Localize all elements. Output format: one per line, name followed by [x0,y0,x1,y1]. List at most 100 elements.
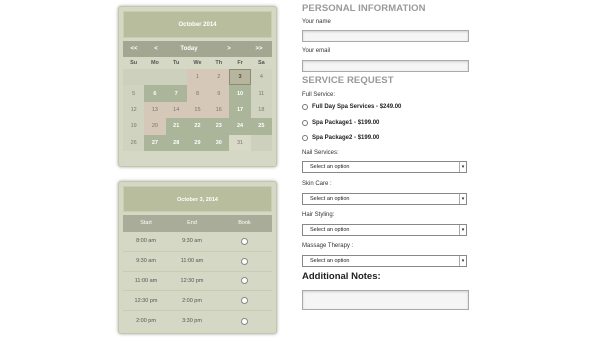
service-radio[interactable] [302,135,308,141]
select-value: Select an option [310,196,350,202]
slot-end: 12:30 pm [180,277,204,284]
book-radio[interactable] [241,277,248,285]
book-cell [215,252,274,271]
slot-row: 8:00 am 9:30 am [123,232,272,252]
start-column-header: Start [140,220,152,226]
chevron-down-icon: ▾ [459,225,466,235]
book-cell [215,272,274,291]
next-month-button[interactable]: > [211,41,247,57]
nail-services-select[interactable]: Select an option ▾ [302,161,467,173]
calendar-day[interactable]: 26 [123,134,145,151]
calendar-day[interactable]: 20 [144,118,166,135]
service-option[interactable]: Spa Package1 - $199.00 [302,120,379,126]
service-option-label: Full Day Spa Services - $249.00 [312,104,402,110]
email-input[interactable] [302,60,469,72]
end-column-header: End [187,220,197,226]
calendar-day[interactable]: 28 [165,134,187,151]
select-value: Select an option [310,164,350,170]
time-slots-widget: October 3, 2014 Start End Book 8:00 am 9… [118,181,277,334]
book-column-header: Book [238,220,251,226]
additional-notes-heading: Additional Notes: [302,271,381,282]
book-radio[interactable] [241,237,248,245]
name-label: Your name [302,19,331,25]
select-value: Select an option [310,258,350,264]
service-radio[interactable] [302,120,308,126]
service-option[interactable]: Spa Package2 - $199.00 [302,135,379,141]
slot-end: 11:00 am [180,258,204,265]
service-request-heading: SERVICE REQUEST [302,75,394,86]
book-cell [215,311,274,331]
calendar-day[interactable]: 31 [229,134,251,151]
calendar-month-title: October 2014 [123,11,272,38]
calendar-day-selected[interactable]: 3 [229,69,251,86]
calendar-empty-cell [250,134,272,151]
calendar-nav: << < Today > >> [123,41,272,57]
service-option[interactable]: Full Day Spa Services - $249.00 [302,104,401,110]
calendar-day[interactable]: 11 [250,85,272,102]
service-radio[interactable] [302,104,308,110]
calendar-empty-cell [144,69,166,86]
calendar-day[interactable]: 13 [144,101,166,119]
book-radio[interactable] [241,257,248,265]
slot-end: 2:00 pm [182,297,202,304]
calendar-day[interactable]: 27 [144,134,166,151]
calendar-day[interactable]: 22 [186,118,209,135]
book-cell [215,232,274,251]
calendar-empty-cell [123,69,145,86]
calendar-day[interactable]: 14 [165,101,187,119]
calendar-day[interactable]: 17 [229,101,251,119]
calendar-day[interactable]: 19 [123,118,145,135]
calendar-day[interactable]: 5 [123,85,145,102]
massage-therapy-label: Massage Therapy : [302,243,354,249]
calendar-day[interactable]: 24 [229,118,251,135]
massage-therapy-select[interactable]: Select an option ▾ [302,255,467,267]
slot-end: 9:30 am [182,238,202,245]
nail-services-label: Nail Services: [302,150,339,156]
calendar-day[interactable]: 1 [186,69,209,86]
chevron-down-icon: ▾ [459,194,466,204]
additional-notes-textarea[interactable] [302,290,469,310]
calendar-day[interactable]: 12 [123,101,145,119]
prev-month-button[interactable]: < [145,41,167,57]
service-option-label: Spa Package2 - $199.00 [312,135,380,141]
skin-care-label: Skin Care : [302,181,332,187]
email-label: Your email [302,48,331,54]
calendar-day[interactable]: 7 [165,85,187,102]
calendar-days-grid: 1 2 3 4 5 6 7 8 9 10 11 12 13 14 15 16 1… [123,69,272,151]
hair-styling-select[interactable]: Select an option ▾ [302,224,467,236]
calendar-day[interactable]: 29 [186,134,209,151]
slot-start: 9:30 am [136,258,156,265]
calendar-day[interactable]: 16 [208,101,230,119]
book-radio[interactable] [241,297,248,305]
today-button[interactable]: Today [167,41,211,57]
calendar-day[interactable]: 10 [229,85,251,102]
weekday-header: Su Mo Tu We Th Fr Sa [123,57,272,69]
slot-row: 11:00 am 12:30 pm [123,272,272,292]
calendar-day[interactable]: 25 [250,118,272,135]
slots-header: Start End Book [123,215,272,232]
calendar-day[interactable]: 21 [165,118,187,135]
calendar-day[interactable]: 2 [208,69,230,86]
prev-year-button[interactable]: << [123,41,145,57]
name-input[interactable] [302,30,469,42]
calendar-day[interactable]: 23 [208,118,230,135]
selected-date-title: October 3, 2014 [123,186,272,212]
slot-start: 12:30 pm [134,297,158,304]
calendar-day[interactable]: 4 [250,69,272,86]
calendar-day[interactable]: 8 [186,85,209,102]
calendar-empty-cell [165,69,187,86]
slot-start: 11:00 am [134,277,158,284]
slot-start: 2:00 pm [136,318,156,325]
slot-start: 8:00 am [136,238,156,245]
calendar-day[interactable]: 15 [186,101,209,119]
book-radio[interactable] [241,317,248,325]
next-year-button[interactable]: >> [247,41,271,57]
calendar-day[interactable]: 18 [250,101,272,119]
calendar-day[interactable]: 6 [144,85,166,102]
calendar-day[interactable]: 9 [208,85,230,102]
slot-row: 12:30 pm 2:00 pm [123,291,272,312]
skin-care-select[interactable]: Select an option ▾ [302,193,467,205]
calendar-day[interactable]: 30 [208,134,230,151]
personal-info-heading: PERSONAL INFORMATION [302,3,426,14]
service-option-label: Spa Package1 - $199.00 [312,120,380,126]
